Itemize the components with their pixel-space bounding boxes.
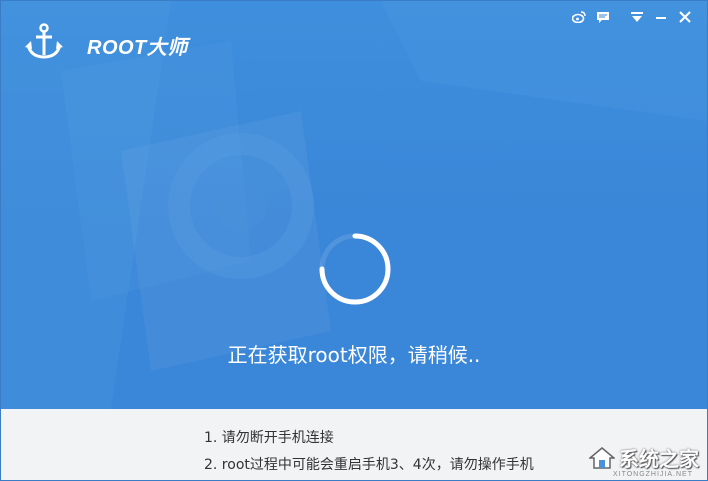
tip-item: 1. 请勿断开手机连接 — [204, 430, 334, 446]
status-text: 正在获取root权限，请稍候.. — [227, 343, 481, 367]
watermark-text: 系统之家 — [619, 447, 699, 471]
weibo-icon[interactable] — [567, 7, 591, 27]
tips-panel: 1. 请勿断开手机连接 2. root过程中可能会重启手机3、4次，请勿操作手机… — [1, 409, 707, 480]
window-controls — [567, 7, 697, 27]
tip-item: 2. root过程中可能会重启手机3、4次，请勿操作手机 — [204, 457, 534, 473]
loading-spinner — [319, 233, 391, 305]
feedback-icon[interactable] — [591, 7, 615, 27]
menu-icon[interactable] — [625, 7, 649, 27]
close-icon[interactable] — [673, 7, 697, 27]
house-icon — [589, 446, 615, 469]
app-title: ROOT大师 — [87, 37, 188, 59]
anchor-logo-icon — [25, 23, 63, 59]
title-bar: ROOT大师 — [1, 1, 707, 71]
app-window: ROOT大师 正在获取root权限，请稍候.. 1. 请勿断开手机连接 2. r… — [0, 0, 708, 481]
watermark-subtext: XITONGZHIJIA.NET — [612, 471, 693, 478]
minimize-icon[interactable] — [649, 7, 673, 27]
hero-panel: ROOT大师 正在获取root权限，请稍候.. — [1, 1, 707, 409]
watermark: 系统之家 — [589, 443, 699, 472]
